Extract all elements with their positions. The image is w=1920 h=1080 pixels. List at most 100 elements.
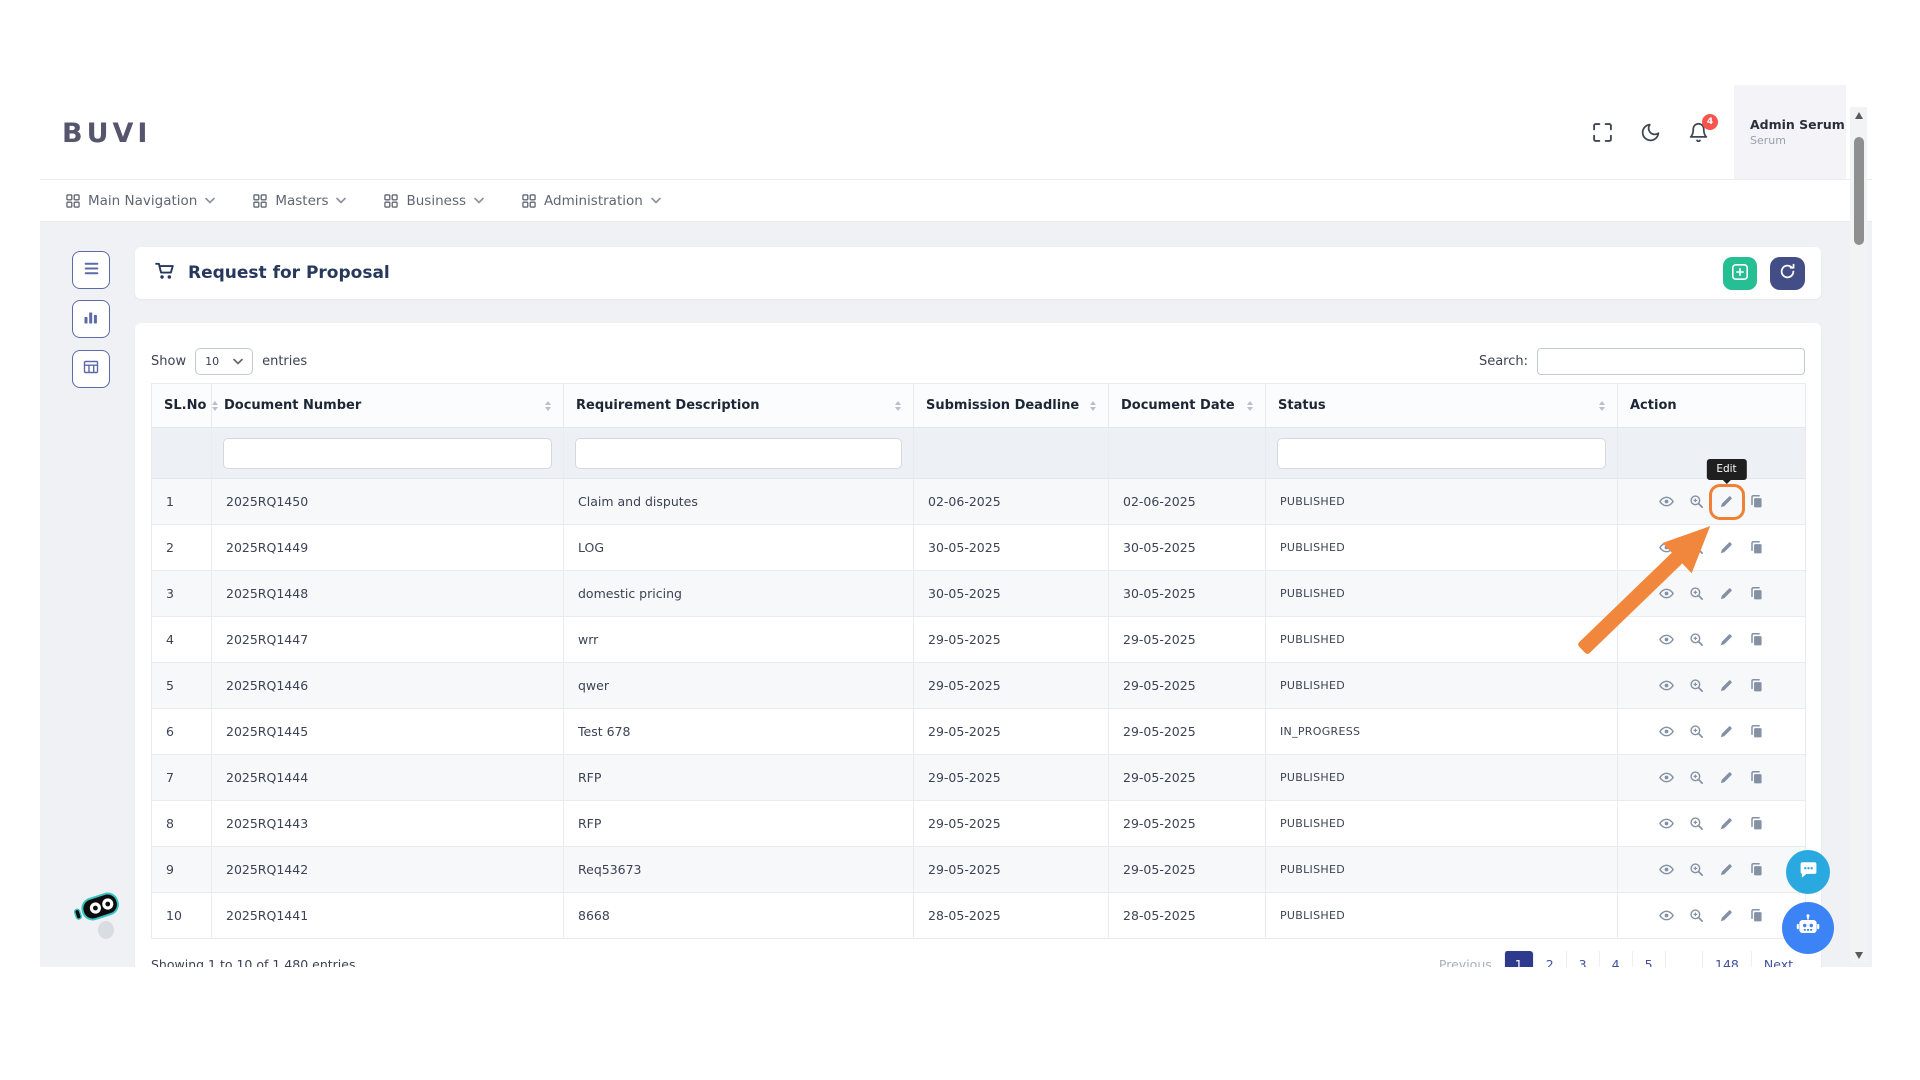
- nav-item-administration[interactable]: Administration: [522, 193, 661, 209]
- view-button[interactable]: [1654, 627, 1680, 653]
- refresh-button[interactable]: [1770, 257, 1805, 290]
- assistant-logo-robot[interactable]: [68, 880, 140, 948]
- vertical-scrollbar[interactable]: [1850, 107, 1867, 963]
- copy-button[interactable]: [1744, 627, 1770, 653]
- pagination-page-5[interactable]: 5: [1632, 951, 1665, 967]
- zoom-in-button[interactable]: [1684, 719, 1710, 745]
- edit-button[interactable]: [1714, 765, 1740, 791]
- column-header-slno[interactable]: SL.No: [152, 384, 212, 428]
- column-header-requirement-description[interactable]: Requirement Description: [564, 384, 914, 428]
- cell-status: PUBLISHED: [1266, 571, 1618, 617]
- nav-item-main-navigation[interactable]: Main Navigation: [66, 193, 215, 209]
- copy-icon: [1749, 862, 1764, 877]
- page-size-select[interactable]: 10: [195, 348, 253, 375]
- pagination-page-4[interactable]: 4: [1599, 951, 1632, 967]
- ai-bot-button[interactable]: [1782, 902, 1834, 954]
- column-header-document-number[interactable]: Document Number: [212, 384, 564, 428]
- sidebar-menu-button[interactable]: [72, 251, 110, 289]
- cell-deadline: 29-05-2025: [914, 663, 1109, 709]
- nav-item-business[interactable]: Business: [384, 193, 484, 209]
- sidebar-chart-button[interactable]: [72, 300, 110, 338]
- view-button[interactable]: [1654, 811, 1680, 837]
- view-button[interactable]: [1654, 903, 1680, 929]
- column-header-document-date[interactable]: Document Date: [1109, 384, 1266, 428]
- pagination-next[interactable]: Next: [1751, 951, 1805, 967]
- view-button[interactable]: [1654, 489, 1680, 515]
- view-button[interactable]: [1654, 857, 1680, 883]
- zoom-in-icon: [1689, 908, 1704, 923]
- view-button[interactable]: [1654, 765, 1680, 791]
- filter-cell-empty: [152, 428, 212, 479]
- copy-button[interactable]: [1744, 765, 1770, 791]
- column-header-status[interactable]: Status: [1266, 384, 1618, 428]
- scrollbar-up-arrow[interactable]: [1850, 107, 1867, 123]
- edit-button[interactable]: [1714, 581, 1740, 607]
- status-filter-input[interactable]: [1277, 438, 1606, 469]
- view-button[interactable]: [1654, 673, 1680, 699]
- zoom-in-button[interactable]: [1684, 627, 1710, 653]
- cell-doc-date: 30-05-2025: [1109, 571, 1266, 617]
- copy-button[interactable]: [1744, 581, 1770, 607]
- zoom-in-button[interactable]: [1684, 581, 1710, 607]
- cell-status: PUBLISHED: [1266, 847, 1618, 893]
- cell-actions: Edit: [1618, 479, 1806, 525]
- edit-button[interactable]: [1714, 903, 1740, 929]
- copy-button[interactable]: [1744, 535, 1770, 561]
- dark-mode-moon-icon[interactable]: [1640, 122, 1661, 143]
- zoom-in-button[interactable]: [1684, 811, 1710, 837]
- cell-doc-date: 29-05-2025: [1109, 801, 1266, 847]
- document-number-filter-input[interactable]: [223, 438, 552, 469]
- edit-button[interactable]: [1714, 811, 1740, 837]
- eye-icon: [1659, 586, 1674, 601]
- requirement-description-filter-input[interactable]: [575, 438, 902, 469]
- search-input[interactable]: [1537, 348, 1805, 375]
- zoom-in-button[interactable]: [1684, 857, 1710, 883]
- eye-icon: [1659, 678, 1674, 693]
- cell-doc-number: 2025RQ1450: [212, 479, 564, 525]
- add-new-button[interactable]: [1723, 257, 1757, 290]
- zoom-in-button[interactable]: [1684, 903, 1710, 929]
- zoom-in-button[interactable]: [1684, 535, 1710, 561]
- zoom-in-button[interactable]: [1684, 489, 1710, 515]
- copy-button[interactable]: [1744, 719, 1770, 745]
- scrollbar-thumb[interactable]: [1854, 137, 1864, 245]
- cell-deadline: 29-05-2025: [914, 755, 1109, 801]
- cell-description: qwer: [564, 663, 914, 709]
- edit-button[interactable]: [1714, 535, 1740, 561]
- pagination-page-3[interactable]: 3: [1566, 951, 1599, 967]
- copy-button[interactable]: [1744, 489, 1770, 515]
- pagination-page-148[interactable]: 148: [1702, 951, 1751, 967]
- edit-tooltip: Edit: [1706, 459, 1746, 480]
- edit-button[interactable]: Edit: [1709, 484, 1745, 520]
- edit-button[interactable]: [1714, 719, 1740, 745]
- edit-button[interactable]: [1714, 627, 1740, 653]
- main-content: Request for Proposal Show 10 entries: [40, 222, 1872, 967]
- nav-item-masters[interactable]: Masters: [253, 193, 346, 209]
- copy-button[interactable]: [1744, 903, 1770, 929]
- copy-button[interactable]: [1744, 673, 1770, 699]
- copy-button[interactable]: [1744, 811, 1770, 837]
- fullscreen-icon[interactable]: [1592, 122, 1613, 143]
- cell-description: RFP: [564, 801, 914, 847]
- edit-button[interactable]: [1714, 673, 1740, 699]
- edit-button[interactable]: [1714, 857, 1740, 883]
- sort-arrows-icon: [1090, 401, 1096, 411]
- pagination-page-2[interactable]: 2: [1533, 951, 1566, 967]
- view-button[interactable]: [1654, 581, 1680, 607]
- pagination-previous[interactable]: Previous: [1427, 951, 1504, 967]
- cell-status: PUBLISHED: [1266, 801, 1618, 847]
- pagination-page-1[interactable]: 1: [1504, 951, 1533, 967]
- sidebar-table-button[interactable]: [72, 350, 110, 388]
- cell-description: 8668: [564, 893, 914, 939]
- notifications-bell-icon[interactable]: 4: [1688, 122, 1709, 143]
- cell-actions: [1618, 617, 1806, 663]
- scrollbar-down-arrow[interactable]: [1850, 947, 1867, 963]
- view-button[interactable]: [1654, 535, 1680, 561]
- user-menu[interactable]: Admin Serum Serum: [1734, 85, 1846, 179]
- zoom-in-button[interactable]: [1684, 673, 1710, 699]
- view-button[interactable]: [1654, 719, 1680, 745]
- column-header-submission-deadline[interactable]: Submission Deadline: [914, 384, 1109, 428]
- zoom-in-button[interactable]: [1684, 765, 1710, 791]
- chat-widget-button[interactable]: [1786, 850, 1830, 894]
- copy-button[interactable]: [1744, 857, 1770, 883]
